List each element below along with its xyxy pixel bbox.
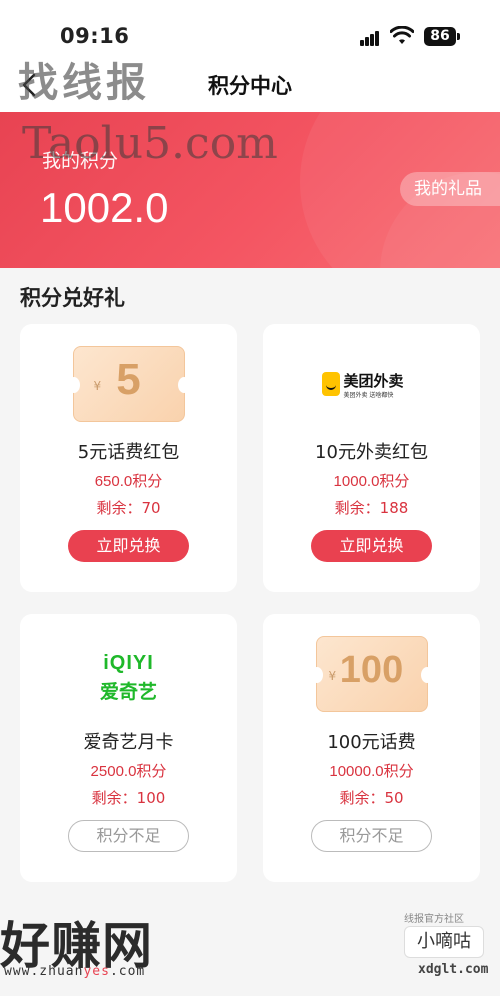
meituan-logo-text: 美团外卖 xyxy=(343,372,404,390)
battery-icon: 86 xyxy=(424,27,456,46)
watermark-community-label: 线报官方社区 xyxy=(404,914,464,925)
reward-cost: 650.0积分 xyxy=(94,473,163,490)
reward-cost: 2500.0积分 xyxy=(90,763,167,780)
iqiyi-logo: iQIYI 爱奇艺 xyxy=(73,652,185,704)
redeem-button[interactable]: 立即兑换 xyxy=(311,530,432,562)
reward-card: 美团外卖 美团外卖 送啥都快 10元外卖红包 1000.0积分 剩余：188 立… xyxy=(263,324,480,592)
coupon-value: 100 xyxy=(339,649,404,691)
status-time: 09:16 xyxy=(60,24,130,48)
watermark-taolu: Taolu5.com xyxy=(22,118,278,169)
reward-remaining: 剩余：100 xyxy=(91,789,166,807)
reward-remaining: 剩余：50 xyxy=(339,789,404,807)
reward-name: 10元外卖红包 xyxy=(315,442,428,463)
reward-remaining: 剩余：188 xyxy=(334,499,409,517)
meituan-kangaroo-icon xyxy=(321,372,340,396)
reward-remaining: 剩余：70 xyxy=(96,499,161,517)
section-title: 积分兑好礼 xyxy=(20,286,125,310)
iqiyi-logo-image: iQIYI 爱奇艺 xyxy=(73,636,185,712)
iqiyi-logo-en: iQIYI xyxy=(103,652,154,674)
meituan-logo-subtext: 美团外卖 送啥都快 xyxy=(343,392,394,399)
reward-card: ¥ 5 5元话费红包 650.0积分 剩余：70 立即兑换 xyxy=(20,324,237,592)
coupon-graphic: ¥ 100 xyxy=(310,636,433,712)
my-gifts-button[interactable]: 我的礼品 xyxy=(400,172,500,206)
watermark-top: 找线报 xyxy=(18,60,150,106)
watermark-community-logo: 小嘀咕 xyxy=(404,926,484,958)
reward-name: 100元话费 xyxy=(327,732,416,753)
signal-icon xyxy=(360,30,380,46)
watermark-url: www.zhuanyes.com xyxy=(4,964,146,979)
coupon-graphic: ¥ 5 xyxy=(67,346,190,422)
points-balance: 1002.0 xyxy=(40,184,169,231)
watermark-community-domain: xdglt.com xyxy=(418,962,489,977)
meituan-logo-image: 美团外卖 美团外卖 送啥都快 xyxy=(316,346,428,422)
meituan-logo: 美团外卖 美团外卖 送啥都快 xyxy=(316,372,428,402)
redeem-button[interactable]: 立即兑换 xyxy=(68,530,189,562)
iqiyi-logo-cn: 爱奇艺 xyxy=(99,681,157,703)
reward-name: 爱奇艺月卡 xyxy=(83,732,174,753)
battery-tip xyxy=(457,33,460,40)
reward-card: ¥ 100 100元话费 10000.0积分 剩余：50 积分不足 xyxy=(263,614,480,882)
reward-cost: 10000.0积分 xyxy=(329,763,414,780)
reward-name: 5元话费红包 xyxy=(77,442,180,463)
insufficient-points-button[interactable]: 积分不足 xyxy=(311,820,432,852)
coupon-value: 5 xyxy=(116,355,141,404)
reward-cost: 1000.0积分 xyxy=(333,473,410,490)
reward-card: iQIYI 爱奇艺 爱奇艺月卡 2500.0积分 剩余：100 积分不足 xyxy=(20,614,237,882)
insufficient-points-button[interactable]: 积分不足 xyxy=(68,820,189,852)
phone-credit-coupon-image: ¥ 5 xyxy=(67,346,190,422)
phone-credit-coupon-image: ¥ 100 xyxy=(310,636,433,712)
wifi-icon xyxy=(390,26,414,44)
